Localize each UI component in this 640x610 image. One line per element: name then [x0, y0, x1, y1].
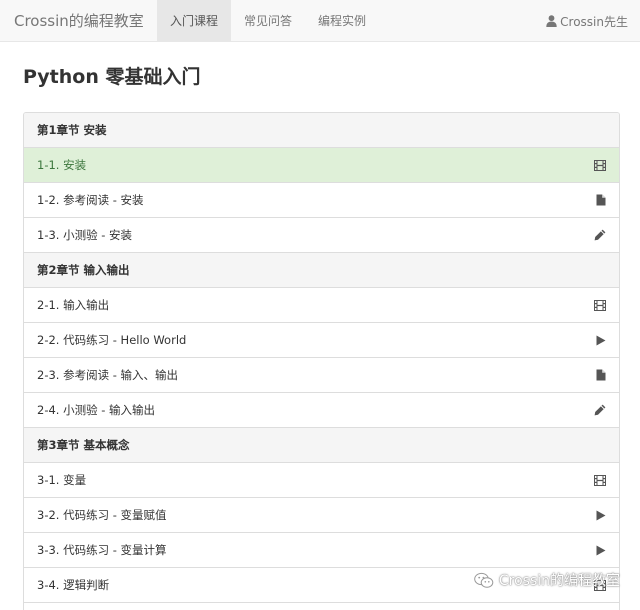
chapter-header: 第3章节 基本概念 [24, 428, 619, 463]
chapter-title: 第3章节 基本概念 [37, 438, 130, 452]
brand-link[interactable]: Crossin的编程教室 [14, 0, 144, 42]
lesson-title: 3-4. 逻辑判断 [37, 578, 110, 592]
nav-item-examples[interactable]: 编程实例 [305, 0, 379, 42]
lesson-title: 2-3. 参考阅读 - 输入、输出 [37, 368, 179, 382]
pencil-icon [594, 404, 606, 416]
lesson-title: 3-1. 变量 [37, 473, 87, 487]
lesson-row[interactable]: 2-3. 参考阅读 - 输入、输出 [24, 358, 619, 393]
chapter-header: 第2章节 输入输出 [24, 253, 619, 288]
film-icon [594, 299, 606, 311]
lesson-title: 1-1. 安装 [37, 158, 87, 172]
navbar: Crossin的编程教室 入门课程 常见问答 编程实例 Crossin先生 [0, 0, 640, 42]
play-icon [596, 510, 606, 521]
lesson-row[interactable]: 2-1. 输入输出 [24, 288, 619, 323]
chapter-title: 第1章节 安装 [37, 123, 107, 137]
lesson-row[interactable]: 1-1. 安装 [24, 148, 619, 183]
lesson-title: 3-2. 代码练习 - 变量赋值 [37, 508, 167, 522]
course-outline-list: 第1章节 安装 1-1. 安装 1-2. 参考阅读 - 安装 1-3. 小测验 - 安… [23, 112, 620, 610]
lesson-row[interactable]: 3-1. 变量 [24, 463, 619, 498]
film-icon [594, 159, 606, 171]
chapter-title: 第2章节 输入输出 [37, 263, 130, 277]
nav-item-faq[interactable]: 常见问答 [231, 0, 305, 42]
file-icon [596, 369, 606, 381]
user-icon [546, 15, 557, 27]
lesson-title: 2-4. 小测验 - 输入输出 [37, 403, 156, 417]
user-menu[interactable]: Crossin先生 [546, 0, 628, 42]
wechat-icon [474, 572, 494, 589]
play-icon [596, 545, 606, 556]
pencil-icon [594, 229, 606, 241]
lesson-title: 2-2. 代码练习 - Hello World [37, 333, 187, 347]
lesson-row[interactable]: 3-2. 代码练习 - 变量赋值 [24, 498, 619, 533]
lesson-title: 2-1. 输入输出 [37, 298, 110, 312]
user-name: Crossin先生 [560, 14, 628, 29]
lesson-row[interactable]: 2-2. 代码练习 - Hello World [24, 323, 619, 358]
lesson-row[interactable]: 1-3. 小测验 - 安装 [24, 218, 619, 253]
nav-item-intro-courses[interactable]: 入门课程 [157, 0, 232, 42]
lesson-row[interactable]: 1-2. 参考阅读 - 安装 [24, 183, 619, 218]
chapter-header: 第1章节 安装 [24, 113, 619, 148]
watermark: Crossin的编程教室 [474, 570, 620, 590]
lesson-row[interactable]: 2-4. 小测验 - 输入输出 [24, 393, 619, 428]
file-icon [596, 194, 606, 206]
page-title: Python 零基础入门 [23, 66, 201, 88]
lesson-title: 1-2. 参考阅读 - 安装 [37, 193, 144, 207]
play-icon [596, 335, 606, 346]
nav-menu: 入门课程 常见问答 编程实例 [157, 0, 379, 42]
lesson-row[interactable]: 3-3. 代码练习 - 变量计算 [24, 533, 619, 568]
film-icon [594, 474, 606, 486]
lesson-title: 3-3. 代码练习 - 变量计算 [37, 543, 167, 557]
lesson-title: 1-3. 小测验 - 安装 [37, 228, 133, 242]
watermark-text: Crossin的编程教室 [498, 573, 620, 589]
